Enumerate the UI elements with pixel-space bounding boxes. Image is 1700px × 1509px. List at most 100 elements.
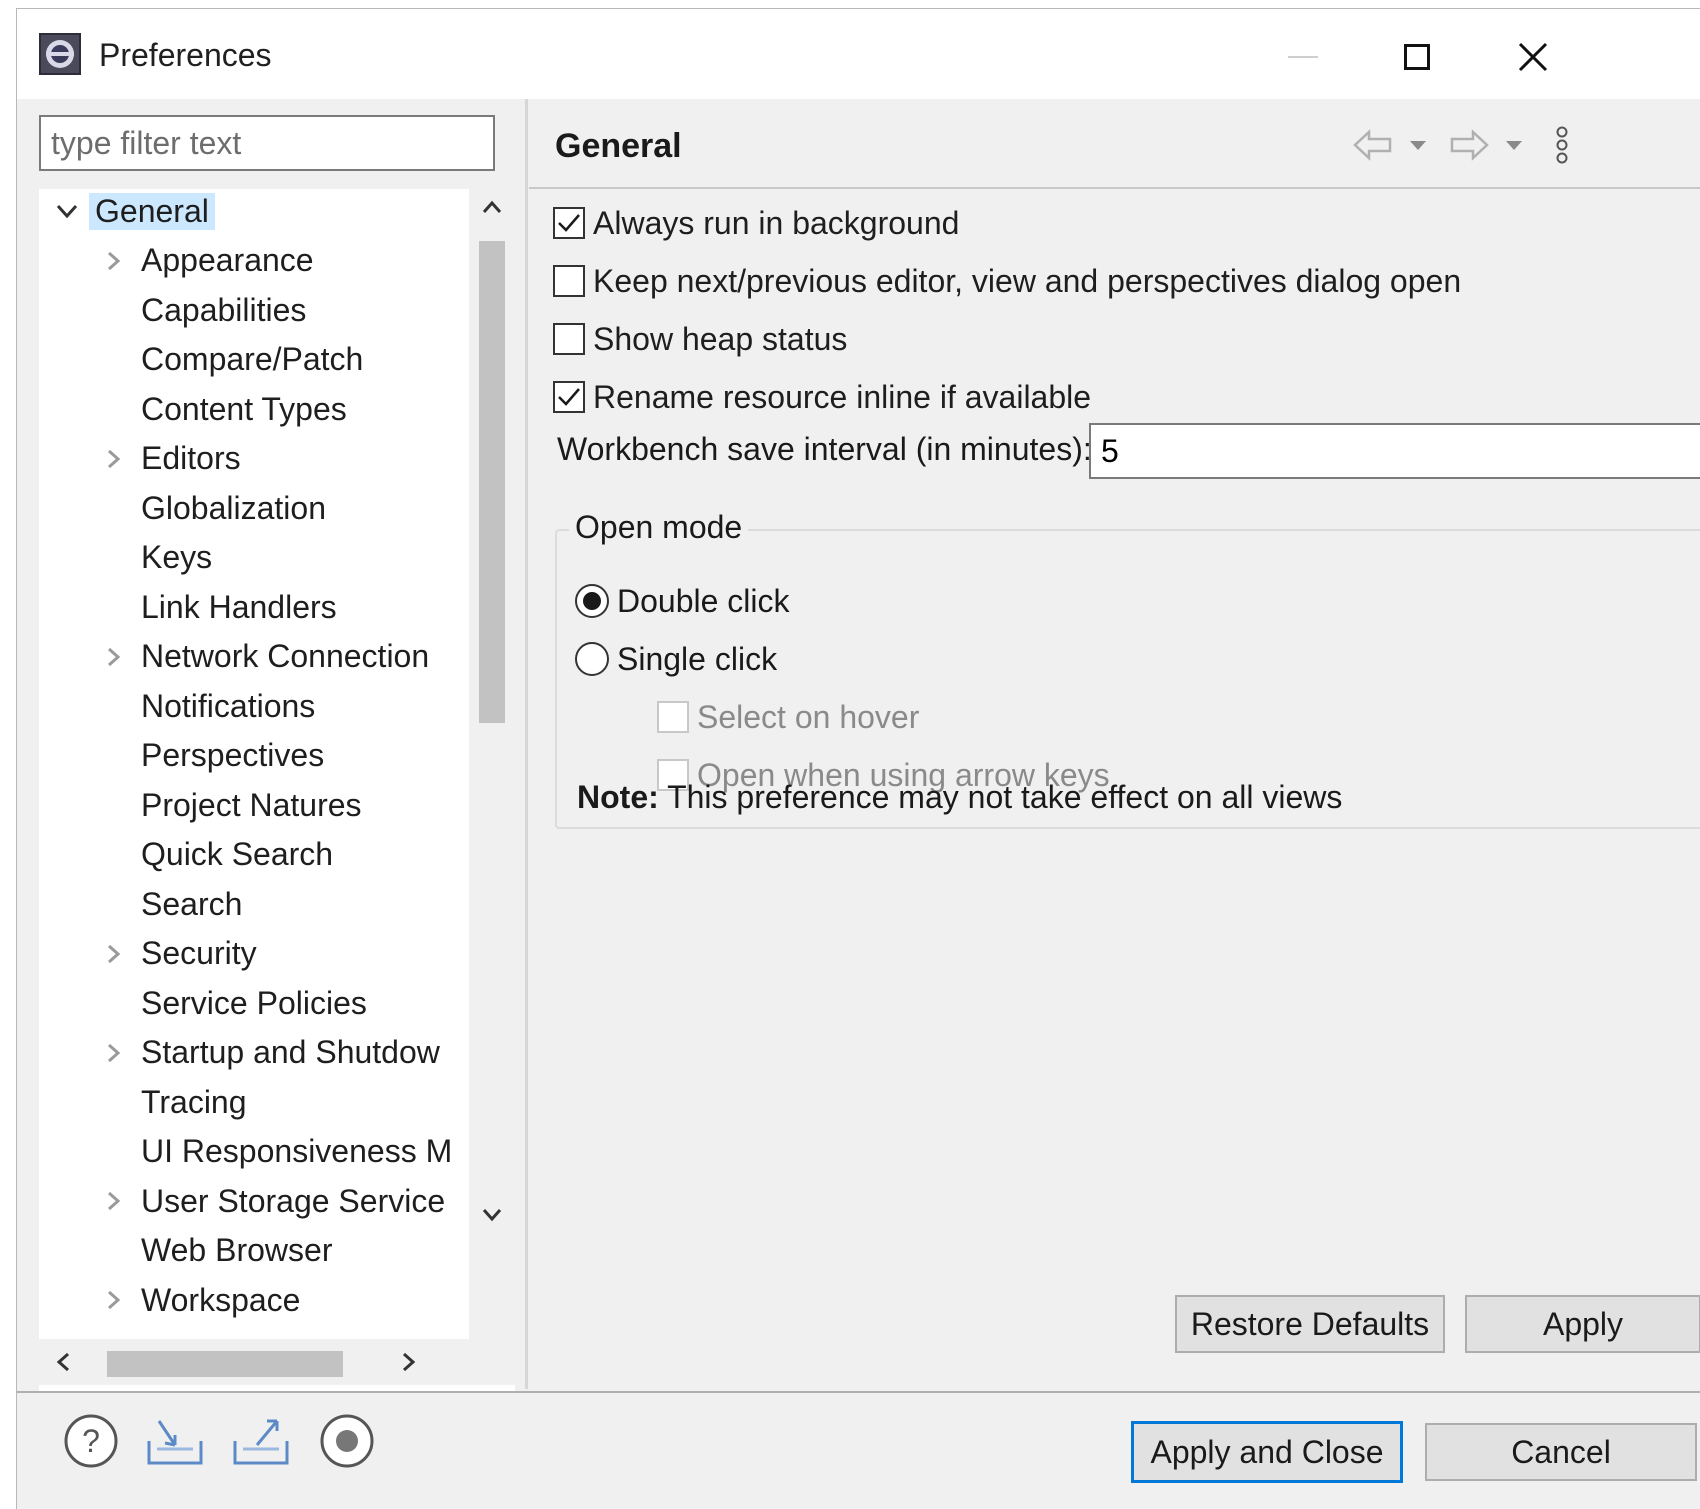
export-button[interactable]	[231, 1411, 291, 1471]
tree-item[interactable]: UI Responsiveness M	[135, 1130, 458, 1174]
select-on-hover-option: Select on hover	[657, 695, 919, 739]
note-bold-label: Note:	[577, 779, 659, 815]
back-dropdown-icon	[1410, 141, 1426, 150]
double-click-radio[interactable]	[575, 584, 609, 618]
always-run-background-checkbox[interactable]	[553, 207, 585, 239]
tree-item-label: Network Connection	[141, 638, 430, 674]
show-heap-status-checkbox[interactable]	[553, 323, 585, 355]
help-icon: ?	[64, 1414, 118, 1468]
horizontal-scroll-thumb[interactable]	[107, 1351, 343, 1377]
tree-item[interactable]: User Storage Service	[108, 1179, 451, 1223]
chevron-right-icon[interactable]	[101, 249, 125, 273]
minimize-button[interactable]	[1273, 29, 1333, 85]
filter-input[interactable]	[39, 115, 495, 171]
tree-item[interactable]: Capabilities	[135, 288, 312, 332]
tree-item[interactable]: Tracing	[135, 1080, 253, 1124]
tree-item[interactable]: Security	[108, 932, 263, 976]
rename-inline-checkbox[interactable]	[553, 381, 585, 413]
tree-item[interactable]: Keys	[135, 536, 218, 580]
tree-item-label: Link Handlers	[141, 588, 337, 625]
chevron-right-icon[interactable]	[101, 447, 125, 471]
tree-item[interactable]: Globalization	[135, 486, 332, 530]
tree-item[interactable]: Content Types	[135, 387, 353, 431]
tree-item[interactable]: Network Connection	[108, 635, 435, 679]
chevron-right-icon	[403, 1352, 416, 1372]
forward-button[interactable]	[1447, 125, 1491, 165]
view-menu-button[interactable]	[1547, 125, 1577, 165]
tree-item-label: Security	[141, 935, 257, 971]
close-icon	[1518, 42, 1548, 72]
pane-sash[interactable]	[525, 99, 528, 1389]
tree-item[interactable]: Workspace	[108, 1278, 306, 1322]
scroll-up-button[interactable]	[474, 189, 510, 225]
scroll-left-button[interactable]	[45, 1344, 81, 1380]
tree-item-label: Content Types	[141, 390, 347, 427]
tree-item[interactable]: Editors	[108, 437, 247, 481]
single-click-label: Single click	[617, 640, 778, 677]
record-icon	[320, 1414, 374, 1468]
tree-item[interactable]: Service Policies	[135, 981, 373, 1025]
back-button[interactable]	[1351, 125, 1395, 165]
rename-inline-option[interactable]: Rename resource inline if available	[553, 375, 1091, 419]
single-click-option[interactable]: Single click	[575, 637, 777, 681]
eclipse-app-icon	[39, 33, 81, 75]
show-heap-status-option[interactable]: Show heap status	[553, 317, 847, 361]
cancel-button[interactable]: Cancel	[1425, 1423, 1697, 1481]
tree-item[interactable]: General	[56, 189, 215, 233]
tree-item[interactable]: Project Natures	[135, 783, 368, 827]
tree-item-label: Notifications	[141, 687, 316, 724]
scroll-down-button[interactable]	[474, 1197, 510, 1233]
single-click-radio[interactable]	[575, 642, 609, 676]
tree-item[interactable]: Notifications	[135, 684, 321, 728]
back-history-dropdown[interactable]	[1403, 125, 1433, 165]
restore-defaults-button[interactable]: Restore Defaults	[1175, 1295, 1445, 1353]
chevron-right-icon[interactable]	[101, 942, 125, 966]
double-click-label: Double click	[617, 582, 790, 619]
always-run-background-option[interactable]: Always run in background	[553, 201, 959, 245]
save-interval-input[interactable]	[1089, 423, 1700, 479]
tree-item[interactable]: Perspectives	[135, 734, 330, 778]
tree-item[interactable]: Link Handlers	[135, 585, 343, 629]
tree-item-label: Web Browser	[141, 1232, 333, 1268]
apply-and-close-button[interactable]: Apply and Close	[1131, 1421, 1403, 1483]
forward-dropdown-icon	[1506, 141, 1522, 150]
tree-item-label: Project Natures	[141, 786, 362, 823]
double-click-option[interactable]: Double click	[575, 579, 790, 623]
import-button[interactable]	[145, 1411, 205, 1471]
chevron-right-icon[interactable]	[101, 1288, 125, 1312]
show-heap-status-label: Show heap status	[593, 320, 848, 357]
forward-history-dropdown[interactable]	[1499, 125, 1529, 165]
tree-horizontal-scrollbar[interactable]	[39, 1339, 515, 1385]
chevron-right-icon[interactable]	[101, 1041, 125, 1065]
tree-item[interactable]: Search	[135, 882, 248, 926]
preference-tree: General Appearance Capabilities Compare/Pat…	[39, 189, 515, 1399]
tree-item[interactable]: Startup and Shutdow	[108, 1031, 446, 1075]
apply-button[interactable]: Apply	[1465, 1295, 1700, 1353]
keep-dialog-open-label: Keep next/previous editor, view and pers…	[593, 262, 1462, 299]
scroll-right-button[interactable]	[391, 1344, 427, 1380]
tree-item[interactable]: Compare/Patch	[135, 338, 369, 382]
help-button[interactable]: ?	[61, 1411, 121, 1471]
note-text: Note: This preference may not take effec…	[577, 779, 1342, 816]
checkmark-icon	[558, 388, 580, 406]
tree-item-label: Capabilities	[141, 291, 307, 328]
keep-dialog-open-checkbox[interactable]	[553, 265, 585, 297]
tree-item[interactable]: Appearance	[108, 239, 320, 283]
tree-item-label: Service Policies	[141, 984, 367, 1021]
tree-item[interactable]: Quick Search	[135, 833, 339, 877]
close-button[interactable]	[1503, 29, 1563, 85]
vertical-scroll-thumb[interactable]	[479, 241, 505, 723]
chevron-right-icon[interactable]	[101, 645, 125, 669]
chevron-down-icon[interactable]	[55, 199, 79, 223]
keep-dialog-open-option[interactable]: Keep next/previous editor, view and pers…	[553, 259, 1461, 303]
record-button[interactable]	[317, 1411, 377, 1471]
open-mode-label: Open mode	[569, 509, 749, 546]
chevron-left-icon	[56, 1352, 69, 1372]
tree-vertical-scrollbar[interactable]	[469, 189, 515, 1339]
tree-item[interactable]: Web Browser	[135, 1229, 338, 1273]
maximize-button[interactable]	[1387, 29, 1447, 85]
tree-item-label: Compare/Patch	[141, 341, 364, 377]
chevron-right-icon[interactable]	[101, 1189, 125, 1213]
chevron-down-icon	[482, 1209, 502, 1222]
view-menu-icon	[1556, 126, 1568, 164]
